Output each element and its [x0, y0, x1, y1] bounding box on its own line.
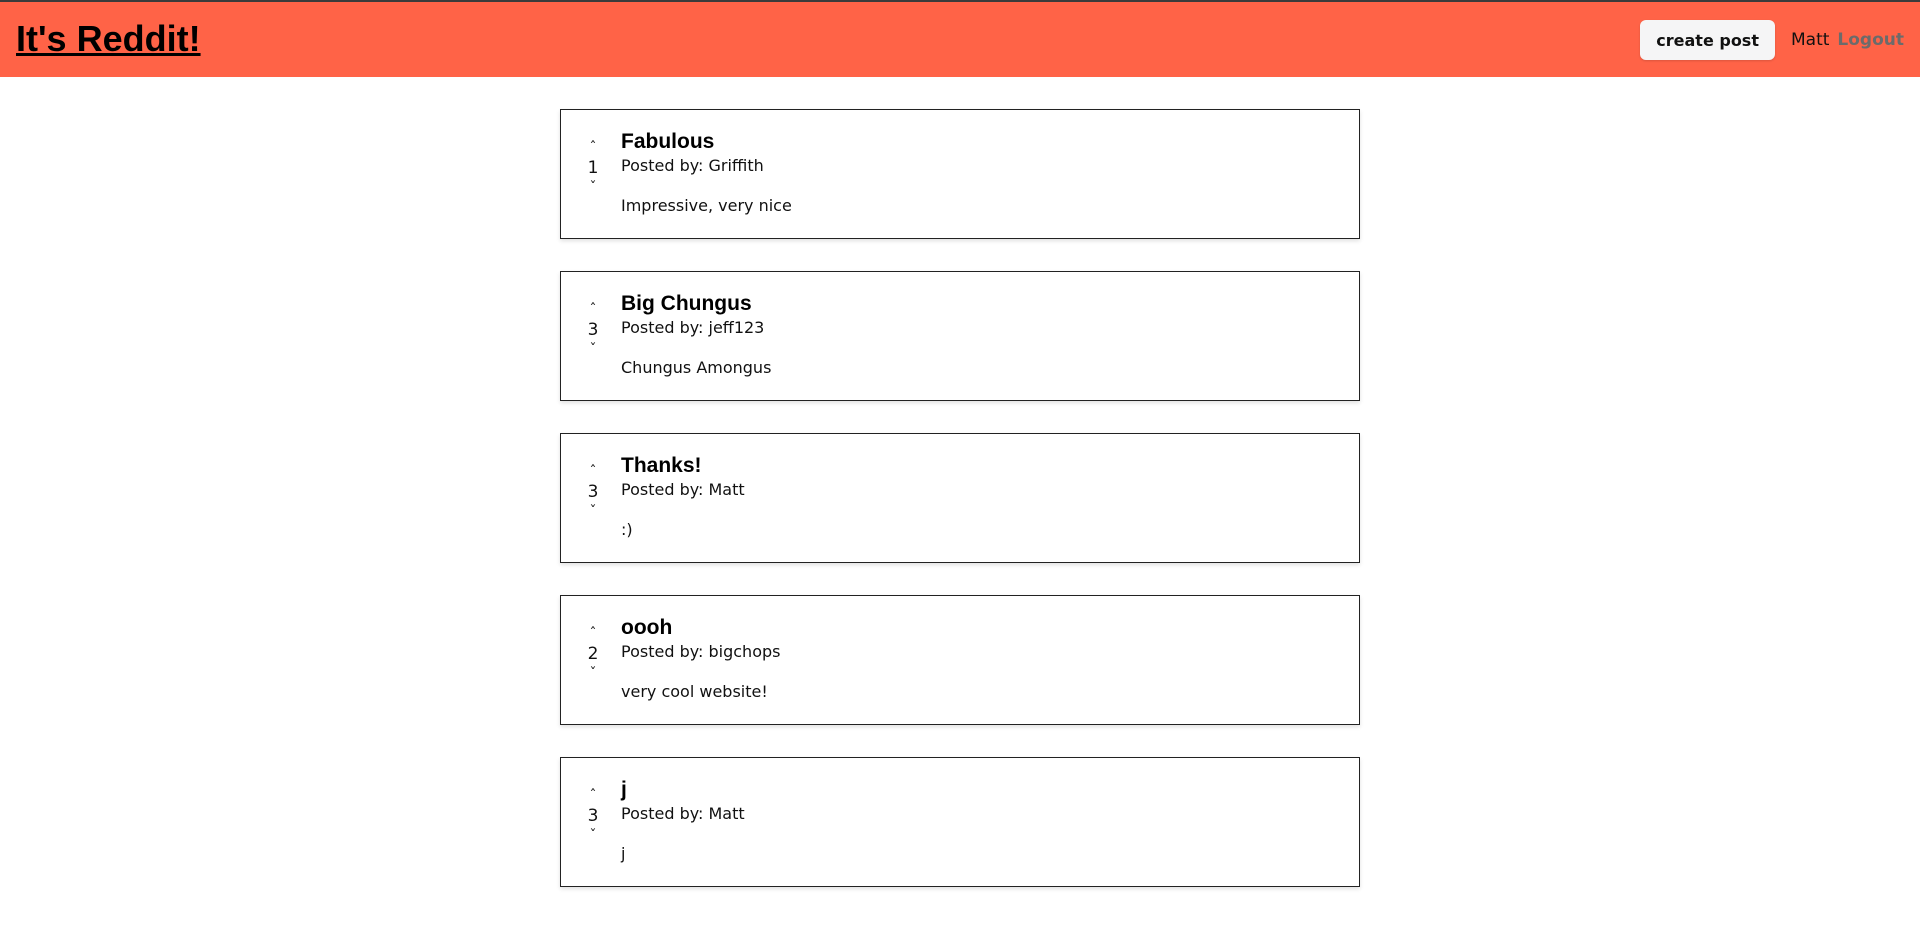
chevron-down-icon[interactable]: ˇ — [581, 666, 605, 682]
vote-count: 3 — [587, 320, 599, 340]
post-author: Matt — [708, 480, 745, 499]
chevron-up-icon[interactable]: ˆ — [581, 626, 605, 642]
vote-controls: ˆ 3 ˇ — [581, 302, 605, 358]
chevron-up-icon[interactable]: ˆ — [581, 140, 605, 156]
chevron-down-icon[interactable]: ˇ — [581, 342, 605, 358]
vote-count: 3 — [587, 806, 599, 826]
post-card: ˆ 3 ˇ j Posted by: Matt j — [560, 757, 1360, 887]
post-feed: ˆ 1 ˇ Fabulous Posted by: Griffith Impre… — [560, 109, 1360, 919]
post-body-text: :) — [621, 520, 633, 539]
post-author: Matt — [708, 804, 745, 823]
post-card: ˆ 2 ˇ oooh Posted by: bigchops very cool… — [560, 595, 1360, 725]
navbar: It's Reddit! create post Matt Logout — [0, 2, 1920, 77]
post-author-row: Posted by: bigchops — [621, 640, 1339, 664]
posted-by-label: Posted by: — [621, 156, 709, 175]
post-title[interactable]: Fabulous — [621, 130, 1339, 154]
posted-by-label: Posted by: — [621, 318, 709, 337]
post-author-row: Posted by: Matt — [621, 802, 1339, 826]
chevron-up-icon[interactable]: ˆ — [581, 302, 605, 318]
post-body-text: j — [621, 844, 626, 863]
chevron-up-icon[interactable]: ˆ — [581, 788, 605, 804]
post-author: Griffith — [708, 156, 764, 175]
post-card: ˆ 1 ˇ Fabulous Posted by: Griffith Impre… — [560, 109, 1360, 239]
posted-by-label: Posted by: — [621, 642, 709, 661]
site-title-link[interactable]: It's Reddit! — [16, 18, 201, 60]
vote-count: 2 — [587, 644, 599, 664]
post-content: oooh Posted by: bigchops very cool websi… — [621, 616, 1339, 704]
post-author: jeff123 — [708, 318, 765, 337]
post-body-text: very cool website! — [621, 682, 768, 701]
vote-controls: ˆ 1 ˇ — [581, 140, 605, 196]
chevron-down-icon[interactable]: ˇ — [581, 504, 605, 520]
logout-link[interactable]: Logout — [1837, 30, 1904, 50]
navbar-actions: create post Matt Logout — [1640, 20, 1904, 60]
post-content: Thanks! Posted by: Matt :) — [621, 454, 1339, 542]
post-body-text: Chungus Amongus — [621, 358, 772, 377]
create-post-button[interactable]: create post — [1640, 20, 1775, 60]
chevron-down-icon[interactable]: ˇ — [581, 180, 605, 196]
vote-controls: ˆ 3 ˇ — [581, 788, 605, 844]
post-title[interactable]: oooh — [621, 616, 1339, 640]
post-content: Big Chungus Posted by: jeff123 Chungus A… — [621, 292, 1339, 380]
post-author-row: Posted by: Matt — [621, 478, 1339, 502]
vote-controls: ˆ 2 ˇ — [581, 626, 605, 682]
chevron-down-icon[interactable]: ˇ — [581, 828, 605, 844]
post-body-text: Impressive, very nice — [621, 196, 792, 215]
post-title[interactable]: Thanks! — [621, 454, 1339, 478]
post-title[interactable]: Big Chungus — [621, 292, 1339, 316]
username-label: Matt — [1790, 30, 1830, 50]
vote-controls: ˆ 3 ˇ — [581, 464, 605, 520]
post-author: bigchops — [708, 642, 781, 661]
vote-count: 1 — [587, 158, 599, 178]
post-content: j Posted by: Matt j — [621, 778, 1339, 866]
posted-by-label: Posted by: — [621, 804, 709, 823]
chevron-up-icon[interactable]: ˆ — [581, 464, 605, 480]
post-title[interactable]: j — [621, 778, 1339, 802]
post-content: Fabulous Posted by: Griffith Impressive,… — [621, 130, 1339, 218]
post-card: ˆ 3 ˇ Big Chungus Posted by: jeff123 Chu… — [560, 271, 1360, 401]
posted-by-label: Posted by: — [621, 480, 709, 499]
post-card: ˆ 3 ˇ Thanks! Posted by: Matt :) — [560, 433, 1360, 563]
post-author-row: Posted by: Griffith — [621, 154, 1339, 178]
vote-count: 3 — [587, 482, 599, 502]
post-author-row: Posted by: jeff123 — [621, 316, 1339, 340]
